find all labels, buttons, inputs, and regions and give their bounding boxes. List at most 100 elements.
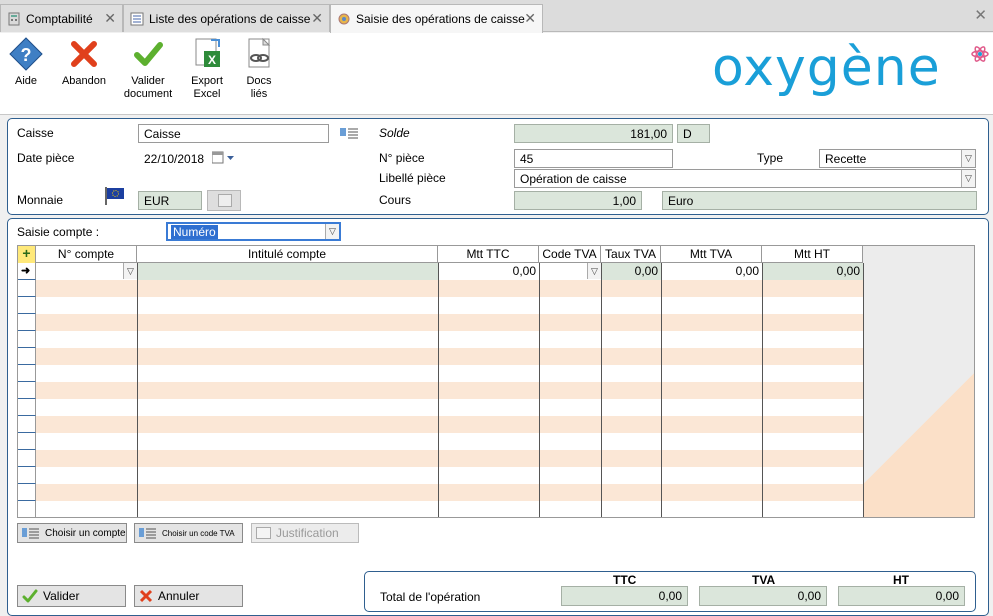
monnaie-button[interactable] — [207, 190, 241, 211]
calendar-icon[interactable] — [211, 151, 236, 168]
chevron-down-icon[interactable]: ▽ — [961, 150, 975, 167]
window-close-icon[interactable]: ✕ — [974, 6, 987, 24]
export-label-1: Export — [191, 75, 223, 87]
gears-icon — [337, 12, 351, 26]
row1-code-tva[interactable]: ▽ — [539, 263, 601, 280]
tab-label: Comptabilité — [26, 11, 93, 26]
chevron-down-icon[interactable]: ▽ — [123, 263, 137, 279]
close-icon[interactable]: ✕ — [524, 11, 536, 25]
list-select-icon[interactable] — [340, 126, 360, 143]
export-label-2: Excel — [193, 88, 221, 100]
date-piece-field[interactable]: 22/10/2018 — [138, 149, 210, 168]
table-row[interactable] — [36, 433, 863, 450]
tab-saisie-operations[interactable]: Saisie des opérations de caisse ✕ — [330, 4, 543, 33]
row-selector[interactable] — [18, 331, 36, 348]
table-row[interactable] — [36, 467, 863, 484]
total-tva-field: 0,00 — [699, 586, 827, 606]
row-selector[interactable] — [18, 382, 36, 399]
docs-label-2: liés — [250, 88, 268, 100]
lines-grid[interactable]: + N° compte Intitulé compte Mtt TTC Code… — [17, 245, 975, 518]
table-row[interactable] — [36, 416, 863, 433]
row1-intitule-compte — [138, 263, 438, 280]
col-code-tva[interactable]: Code TVA — [539, 246, 601, 263]
close-icon[interactable]: ✕ — [311, 11, 323, 25]
table-row[interactable] — [36, 297, 863, 314]
col-divider — [661, 263, 662, 517]
current-row-arrow-icon: ➜ — [21, 265, 31, 277]
table-row[interactable] — [36, 348, 863, 365]
row-selector[interactable] — [18, 433, 36, 450]
row-selector[interactable] — [18, 450, 36, 467]
oxygene-logo: oxygène — [712, 38, 941, 98]
row-selector[interactable] — [18, 467, 36, 484]
row-selector[interactable] — [18, 365, 36, 382]
close-icon[interactable]: ✕ — [104, 11, 116, 25]
caisse-field[interactable]: Caisse — [138, 124, 329, 143]
col-intitule-compte[interactable]: Intitulé compte — [137, 246, 438, 263]
tab-label: Liste des opérations de caisse — [149, 11, 311, 26]
row-selector[interactable] — [18, 297, 36, 314]
valider-button[interactable]: Valider — [17, 585, 126, 607]
table-row[interactable] — [36, 484, 863, 501]
libelle-piece-field[interactable]: Opération de caisse ▽ — [514, 169, 976, 188]
caisse-label: Caisse — [17, 126, 54, 140]
row1-mtt-ttc[interactable]: 0,00 — [438, 263, 539, 280]
col-divider — [137, 263, 138, 517]
monnaie-field: EUR — [138, 191, 202, 210]
table-row[interactable] — [36, 331, 863, 348]
col-mtt-ht[interactable]: Mtt HT — [762, 246, 863, 263]
table-row[interactable] — [36, 501, 863, 517]
type-select[interactable]: Recette ▽ — [819, 149, 976, 168]
valider-label-1: Valider — [131, 75, 165, 87]
row-selector[interactable] — [18, 280, 36, 297]
valider-label-2: document — [123, 88, 173, 100]
abandon-button[interactable]: Abandon — [58, 37, 110, 88]
chevron-down-icon[interactable]: ▽ — [587, 263, 601, 279]
table-row[interactable] — [36, 314, 863, 331]
list-select-icon — [139, 528, 156, 539]
list-icon — [130, 12, 144, 26]
col-mtt-ttc[interactable]: Mtt TTC — [438, 246, 539, 263]
col-mtt-tva[interactable]: Mtt TVA — [661, 246, 762, 263]
tab-comptabilite[interactable]: Comptabilité ✕ — [0, 4, 123, 32]
row-selector[interactable] — [18, 484, 36, 501]
svg-text:X: X — [208, 53, 216, 67]
row1-numero-compte[interactable]: ▽ — [36, 263, 138, 280]
annuler-button[interactable]: Annuler — [134, 585, 243, 607]
justification-button[interactable]: Justification — [251, 523, 359, 543]
choisir-compte-button[interactable]: Choisir un compte — [17, 523, 127, 543]
choisir-code-tva-button[interactable]: Choisir un code TVA — [134, 523, 243, 543]
row-selector[interactable] — [18, 501, 36, 517]
tab-liste-operations[interactable]: Liste des opérations de caisse ✕ — [123, 4, 330, 32]
col-taux-tva[interactable]: Taux TVA — [601, 246, 661, 263]
table-row[interactable] — [36, 382, 863, 399]
saisie-compte-select[interactable]: Numéro ▽ — [166, 222, 341, 241]
aide-button[interactable]: ? Aide — [4, 37, 48, 88]
valider-document-button[interactable]: Valider document — [120, 37, 176, 101]
cancel-icon — [71, 41, 97, 67]
table-row[interactable] — [36, 450, 863, 467]
numero-piece-field[interactable]: 45 — [514, 149, 673, 168]
row-selector[interactable] — [18, 348, 36, 365]
docs-lies-button[interactable]: Docs liés — [238, 37, 280, 101]
chevron-down-icon[interactable]: ▽ — [325, 224, 339, 239]
atom-icon — [971, 46, 989, 62]
export-excel-button[interactable]: X Export Excel — [184, 37, 230, 101]
add-row-icon[interactable]: + — [18, 246, 36, 263]
justification-label: Justification — [276, 526, 339, 540]
saisie-compte-value: Numéro — [171, 225, 218, 239]
cancel-icon — [139, 589, 153, 603]
row-selector[interactable] — [18, 314, 36, 331]
row1-mtt-tva[interactable]: 0,00 — [661, 263, 762, 280]
col-divider — [438, 263, 439, 517]
col-numero-compte[interactable]: N° compte — [36, 246, 137, 263]
total-ht-field: 0,00 — [838, 586, 965, 606]
table-row[interactable] — [36, 365, 863, 382]
table-row[interactable] — [36, 280, 863, 297]
row-selector[interactable] — [18, 416, 36, 433]
eu-flag-icon — [104, 186, 126, 209]
date-piece-label: Date pièce — [17, 151, 75, 165]
chevron-down-icon[interactable]: ▽ — [961, 170, 975, 187]
table-row[interactable] — [36, 399, 863, 416]
row-selector[interactable] — [18, 399, 36, 416]
